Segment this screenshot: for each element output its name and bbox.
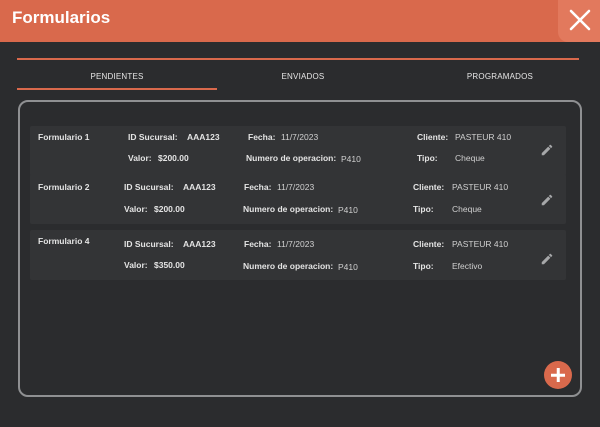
valor-value: $200.00 — [154, 204, 185, 214]
pencil-icon[interactable] — [540, 252, 554, 266]
form-card[interactable]: Formulario 1 ID Sucursal: AAA123 Fecha: … — [30, 126, 566, 176]
valor-label: Valor: — [124, 260, 148, 270]
tipo-label: Tipo: — [413, 261, 434, 271]
pencil-icon[interactable] — [540, 193, 554, 207]
tipo-value: Cheque — [452, 204, 482, 214]
cliente-value: PASTEUR 410 — [455, 132, 512, 142]
tab-programados[interactable]: PROGRAMADOS — [400, 72, 600, 81]
numero-value: P410 — [338, 262, 358, 272]
tabs-top-divider — [17, 58, 579, 60]
tipo-label: Tipo: — [417, 153, 438, 163]
cliente-label: Cliente: — [413, 182, 445, 192]
fecha-value: 11/7/2023 — [281, 132, 319, 142]
numero-value: P410 — [341, 154, 361, 164]
cliente-label: Cliente: — [413, 239, 445, 249]
id-sucursal-label: ID Sucursal: — [124, 239, 174, 249]
tab-enviados[interactable]: ENVIADOS — [217, 72, 389, 81]
fecha-value: 11/7/2023 — [277, 239, 315, 249]
form-card[interactable]: Formulario 2 ID Sucursal: AAA123 Fecha: … — [30, 174, 566, 224]
valor-label: Valor: — [124, 204, 148, 214]
form-name: Formulario 4 — [38, 236, 90, 246]
id-sucursal-label: ID Sucursal: — [128, 132, 178, 142]
fecha-label: Fecha: — [244, 182, 272, 192]
cliente-value: PASTEUR 410 — [452, 239, 509, 249]
fecha-label: Fecha: — [248, 132, 276, 142]
id-sucursal-value: AAA123 — [183, 182, 216, 192]
tipo-value: Cheque — [455, 153, 485, 163]
forms-panel: Formulario 1 ID Sucursal: AAA123 Fecha: … — [18, 100, 582, 397]
active-tab-indicator — [17, 88, 217, 90]
valor-value: $200.00 — [158, 153, 189, 163]
id-sucursal-value: AAA123 — [187, 132, 220, 142]
page-title: Formularios — [12, 8, 111, 27]
numero-label: Numero de operacion: — [246, 153, 337, 163]
form-name: Formulario 1 — [38, 132, 90, 142]
form-name: Formulario 2 — [38, 182, 90, 192]
cliente-value: PASTEUR 410 — [452, 182, 509, 192]
form-card[interactable]: Formulario 4 ID Sucursal: AAA123 Fecha: … — [30, 230, 566, 280]
fecha-value: 11/7/2023 — [277, 182, 315, 192]
id-sucursal-value: AAA123 — [183, 239, 216, 249]
numero-label: Numero de operacion: — [243, 261, 334, 271]
close-button[interactable] — [558, 0, 600, 42]
add-form-button[interactable] — [544, 361, 572, 389]
id-sucursal-label: ID Sucursal: — [124, 182, 174, 192]
cliente-label: Cliente: — [417, 132, 449, 142]
header-bar: Formularios — [0, 0, 600, 42]
numero-value: P410 — [338, 205, 358, 215]
numero-label: Numero de operacion: — [243, 204, 334, 214]
pencil-icon[interactable] — [540, 143, 554, 157]
tab-pendientes[interactable]: PENDIENTES — [17, 72, 217, 81]
tipo-value: Efectivo — [452, 261, 483, 271]
app-window: Formularios PENDIENTES ENVIADOS PROGRAMA… — [0, 0, 600, 427]
fecha-label: Fecha: — [244, 239, 272, 249]
close-icon — [569, 9, 591, 31]
valor-value: $350.00 — [154, 260, 185, 270]
valor-label: Valor: — [128, 153, 152, 163]
tipo-label: Tipo: — [413, 204, 434, 214]
